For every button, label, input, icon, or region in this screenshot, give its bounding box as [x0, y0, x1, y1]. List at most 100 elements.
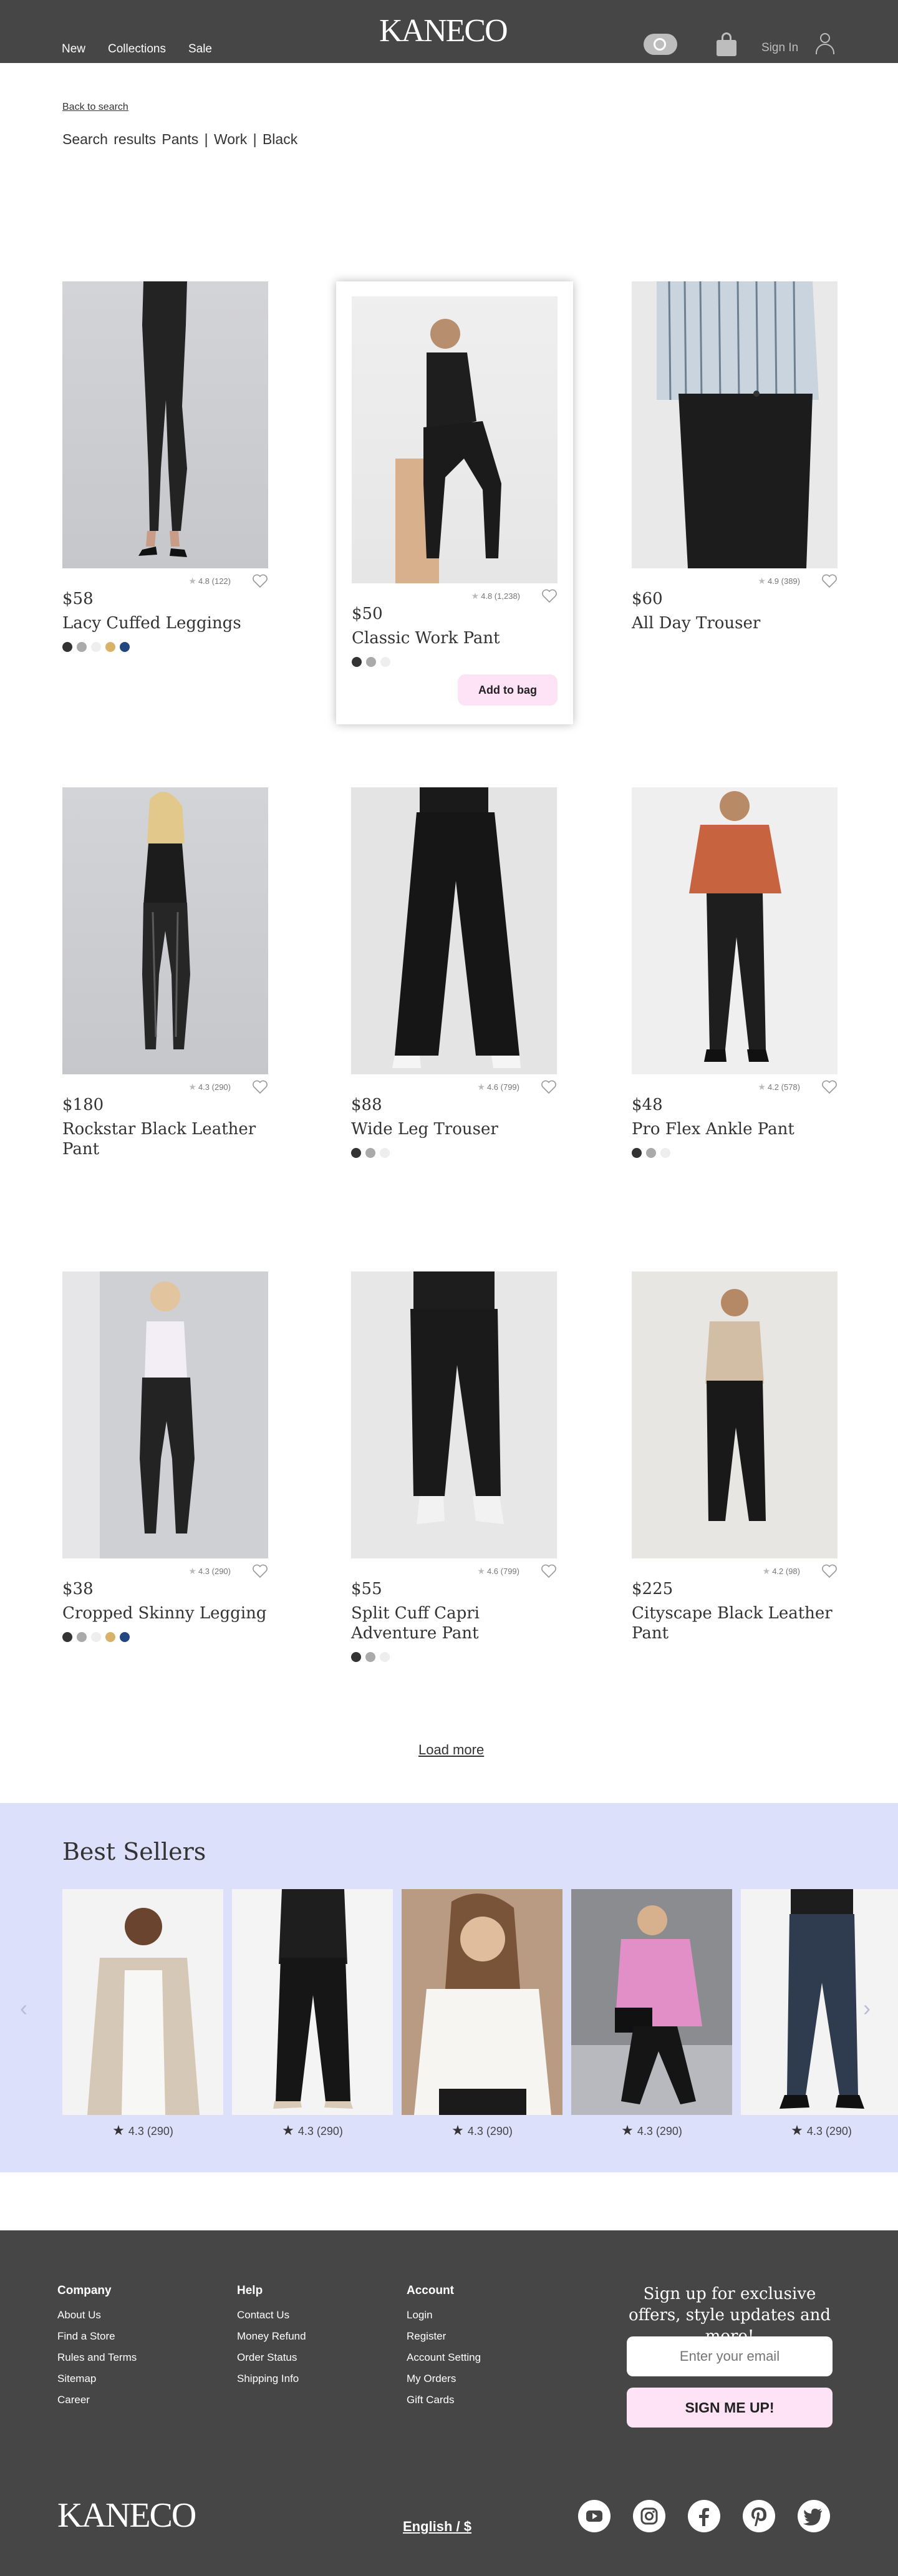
instagram-icon[interactable]	[633, 2500, 665, 2532]
product-name[interactable]: Lacy Cuffed Leggings	[62, 613, 268, 633]
chevron-left-icon[interactable]: ‹	[20, 1995, 27, 2021]
heart-icon[interactable]	[821, 1079, 838, 1094]
product-card[interactable]: ★ 4.3 (290) $38 Cropped Skinny Legging	[62, 1271, 268, 1642]
product-name[interactable]: Classic Work Pant	[352, 628, 558, 648]
product-image[interactable]	[351, 787, 557, 1074]
color-swatch[interactable]	[91, 642, 101, 652]
facebook-icon[interactable]	[688, 2500, 720, 2532]
footer-link[interactable]: Find a Store	[57, 2330, 137, 2343]
product-image[interactable]	[571, 1889, 732, 2115]
product-card[interactable]: ★ 4.6 (799) $88 Wide Leg Trouser	[351, 787, 557, 1158]
product-image[interactable]	[632, 787, 838, 1074]
product-card[interactable]: ★ 4.6 (799) $55 Split Cuff Capri Adventur…	[351, 1271, 557, 1662]
back-to-search-link[interactable]: Back to search	[62, 102, 128, 113]
product-image[interactable]	[402, 1889, 562, 2115]
load-more-link[interactable]: Load more	[418, 1742, 484, 1758]
color-swatch[interactable]	[365, 1148, 375, 1158]
twitter-icon[interactable]	[798, 2500, 830, 2532]
color-swatch[interactable]	[351, 1652, 361, 1662]
best-seller-item[interactable]: ★ 4.3 (290)	[62, 1889, 223, 2139]
product-name[interactable]: Wide Leg Trouser	[351, 1119, 557, 1139]
heart-icon[interactable]	[541, 588, 558, 603]
footer-link[interactable]: Login	[407, 2309, 481, 2321]
language-selector[interactable]: English / $	[403, 2519, 471, 2535]
color-swatch[interactable]	[62, 642, 72, 652]
sign-in-link[interactable]: Sign In	[761, 41, 798, 55]
color-swatch[interactable]	[351, 1148, 361, 1158]
product-name[interactable]: Cityscape Black Leather Pant	[632, 1603, 838, 1643]
footer-link[interactable]: Rules and Terms	[57, 2351, 137, 2364]
color-swatch[interactable]	[105, 642, 115, 652]
product-name[interactable]: Cropped Skinny Legging	[62, 1603, 268, 1623]
footer-link[interactable]: Shipping Info	[237, 2373, 306, 2385]
heart-icon[interactable]	[821, 1563, 838, 1578]
product-image[interactable]	[232, 1889, 393, 2115]
heart-icon[interactable]	[541, 1563, 557, 1578]
color-swatch[interactable]	[366, 657, 376, 667]
footer-link[interactable]: About Us	[57, 2309, 137, 2321]
best-seller-item[interactable]: ★ 4.3 (290)	[571, 1889, 732, 2139]
heart-icon[interactable]	[252, 1563, 268, 1578]
product-image[interactable]	[62, 1889, 223, 2115]
nav-collections[interactable]: Collections	[108, 42, 166, 56]
nav-sale[interactable]: Sale	[188, 42, 212, 56]
product-image[interactable]	[741, 1889, 898, 2115]
color-swatch[interactable]	[660, 1148, 670, 1158]
color-swatch[interactable]	[120, 1632, 130, 1642]
best-seller-item[interactable]: ★ 4.3 (290)	[741, 1889, 898, 2139]
color-swatch[interactable]	[380, 1652, 390, 1662]
color-swatch[interactable]	[77, 642, 87, 652]
user-icon[interactable]	[814, 33, 836, 54]
color-swatch[interactable]	[77, 1632, 87, 1642]
footer-link[interactable]: Order Status	[237, 2351, 306, 2364]
pinterest-icon[interactable]	[743, 2500, 775, 2532]
color-swatch[interactable]	[632, 1148, 642, 1158]
footer-link[interactable]: Sitemap	[57, 2373, 137, 2385]
best-seller-item[interactable]: ★ 4.3 (290)	[402, 1889, 562, 2139]
product-name[interactable]: Split Cuff Capri Adventure Pant	[351, 1603, 557, 1643]
product-name[interactable]: All Day Trouser	[632, 613, 838, 633]
footer-link[interactable]: My Orders	[407, 2373, 481, 2385]
heart-icon[interactable]	[541, 1079, 557, 1094]
add-to-bag-button[interactable]: Add to bag	[458, 674, 558, 706]
footer-logo[interactable]: KANECO	[57, 2496, 196, 2535]
color-swatch[interactable]	[646, 1148, 656, 1158]
search-icon[interactable]	[644, 34, 677, 55]
footer-link[interactable]: Gift Cards	[407, 2394, 481, 2406]
product-name[interactable]: Pro Flex Ankle Pant	[632, 1119, 838, 1139]
heart-icon[interactable]	[252, 1079, 268, 1094]
color-swatch[interactable]	[380, 1148, 390, 1158]
nav-new[interactable]: New	[62, 42, 85, 56]
footer-link[interactable]: Register	[407, 2330, 481, 2343]
email-field[interactable]	[627, 2336, 833, 2376]
product-image[interactable]	[62, 281, 268, 568]
product-image[interactable]	[62, 1271, 268, 1558]
color-swatch[interactable]	[91, 1632, 101, 1642]
best-seller-item[interactable]: ★ 4.3 (290)	[232, 1889, 393, 2139]
product-name[interactable]: Rockstar Black Leather Pant	[62, 1119, 268, 1159]
product-image[interactable]	[632, 1271, 838, 1558]
product-image[interactable]	[62, 787, 268, 1074]
product-image[interactable]	[352, 296, 558, 583]
product-card[interactable]: ★ 4.2 (578) $48 Pro Flex Ankle Pant	[632, 787, 838, 1158]
color-swatch[interactable]	[120, 642, 130, 652]
color-swatch[interactable]	[380, 657, 390, 667]
footer-link[interactable]: Career	[57, 2394, 137, 2406]
brand-logo[interactable]: KANECO	[379, 12, 508, 49]
product-card[interactable]: ★ 4.9 (389) $60 All Day Trouser	[632, 281, 838, 633]
product-image[interactable]	[632, 281, 838, 568]
product-card[interactable]: ★ 4.8 (122) $58 Lacy Cuffed Leggings	[62, 281, 268, 652]
product-card[interactable]: ★ 4.2 (98) $225 Cityscape Black Leather P…	[632, 1271, 838, 1643]
color-swatch[interactable]	[352, 657, 362, 667]
footer-link[interactable]: Money Refund	[237, 2330, 306, 2343]
color-swatch[interactable]	[365, 1652, 375, 1662]
heart-icon[interactable]	[821, 573, 838, 588]
shopping-bag-icon[interactable]	[715, 32, 738, 56]
product-image[interactable]	[351, 1271, 557, 1558]
color-swatch[interactable]	[105, 1632, 115, 1642]
footer-link[interactable]: Contact Us	[237, 2309, 306, 2321]
product-card[interactable]: ★ 4.3 (290) $180 Rockstar Black Leather P…	[62, 787, 268, 1159]
footer-link[interactable]: Account Setting	[407, 2351, 481, 2364]
product-card-featured[interactable]: ★ 4.8 (1,238) $50 Classic Work Pant Add t…	[336, 281, 573, 724]
color-swatch[interactable]	[62, 1632, 72, 1642]
